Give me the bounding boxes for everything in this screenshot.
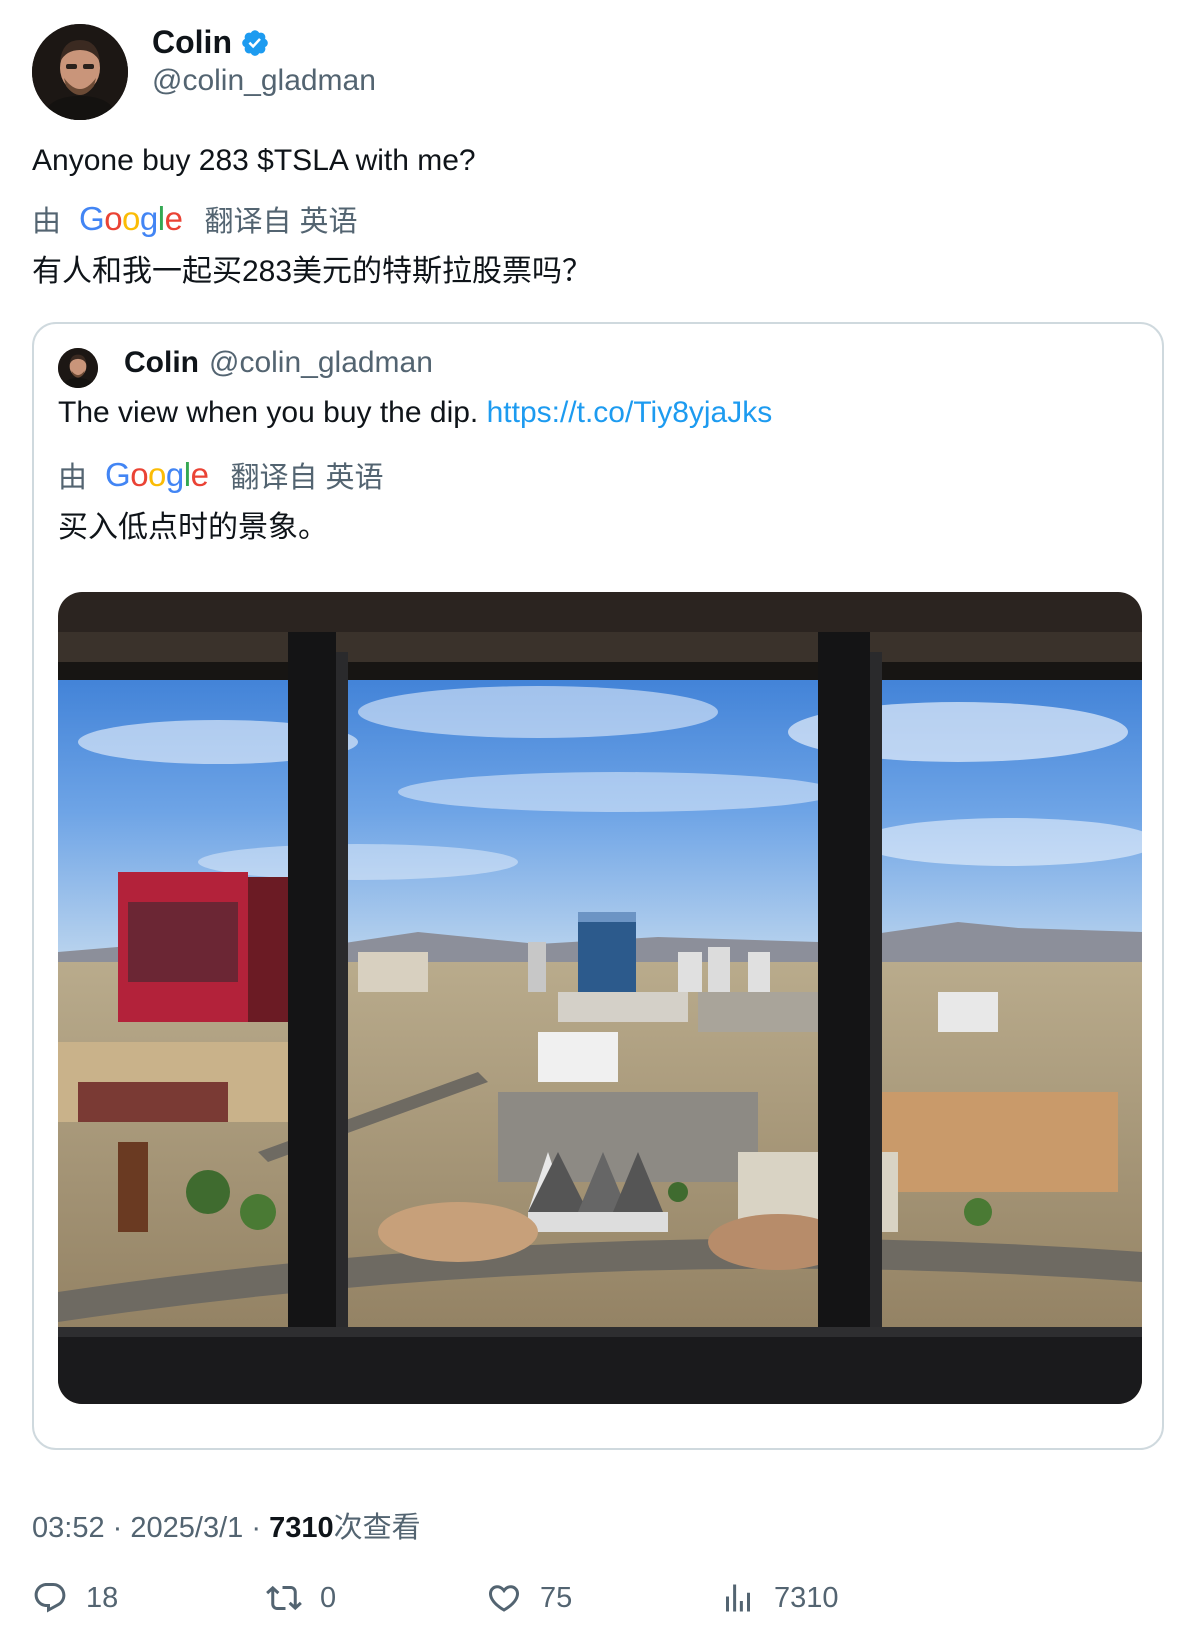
quoted-author-handle: @colin_gladman — [209, 346, 433, 379]
quoted-author-name: Colin — [124, 346, 199, 379]
quoted-tweet-text-row: The view when you buy the dip. https://t… — [58, 396, 772, 430]
meta-separator: · — [251, 1512, 261, 1544]
views-icon — [726, 1584, 750, 1612]
quoted-translation-prefix: 由 — [58, 462, 88, 494]
meta-separator: · — [112, 1512, 123, 1544]
google-logo: Google — [79, 200, 183, 237]
quoted-translation-attribution: 由 Google 翻译自 英语 — [58, 454, 384, 496]
quoted-tweet-link[interactable]: https://t.co/Tiy8yjaJks — [487, 396, 773, 429]
like-count: 75 — [540, 1581, 573, 1614]
quoted-author-avatar — [58, 348, 98, 388]
author-name[interactable]: Colin — [152, 24, 232, 61]
translation-attribution: 由 Google 翻译自 英语 — [32, 198, 358, 240]
reply-button[interactable]: 18 — [32, 1580, 118, 1616]
author-name-row: Colin — [152, 24, 270, 61]
tweet-meta: 03:52 · 2025/3/1 · 7310次查看 — [32, 1504, 421, 1546]
tweet-text: Anyone buy 283 $TSLA with me? — [32, 144, 476, 177]
verified-badge-icon — [242, 29, 268, 56]
views-count: 7310 — [269, 1512, 334, 1544]
views-label: 次查看 — [333, 1512, 421, 1544]
quoted-tweet-photo[interactable] — [58, 592, 1142, 1404]
views-button[interactable]: 7310 — [720, 1580, 839, 1616]
views-action-count: 7310 — [774, 1581, 839, 1614]
retweet-button[interactable]: 0 — [266, 1580, 336, 1616]
tweet-translation: 有人和我一起买283美元的特斯拉股票吗？ — [32, 255, 593, 288]
quoted-tweet-card[interactable]: Colin @colin_gladman The view when you b… — [32, 322, 1164, 1450]
tweet-date[interactable]: 2025/3/1 — [130, 1512, 243, 1544]
action-bar: 18 0 75 7310 — [32, 1580, 1164, 1630]
author-avatar[interactable] — [32, 24, 128, 120]
tweet-time[interactable]: 03:52 — [32, 1512, 105, 1544]
like-button[interactable]: 75 — [486, 1580, 572, 1616]
translation-prefix: 由 — [32, 206, 62, 238]
retweet-count: 0 — [320, 1581, 337, 1614]
quoted-translation-source-label: 翻译自 英语 — [230, 462, 384, 494]
retweet-icon — [266, 1585, 302, 1611]
quoted-google-logo: Google — [105, 456, 209, 493]
like-icon — [488, 1585, 520, 1612]
reply-icon — [34, 1583, 66, 1613]
quoted-tweet-translation: 买入低点时的景象。 — [58, 511, 328, 544]
author-handle[interactable]: @colin_gladman — [152, 64, 376, 98]
quoted-tweet-text: The view when you buy the dip. — [58, 396, 479, 429]
translation-source-label: 翻译自 英语 — [204, 206, 358, 238]
reply-count: 18 — [86, 1581, 119, 1614]
